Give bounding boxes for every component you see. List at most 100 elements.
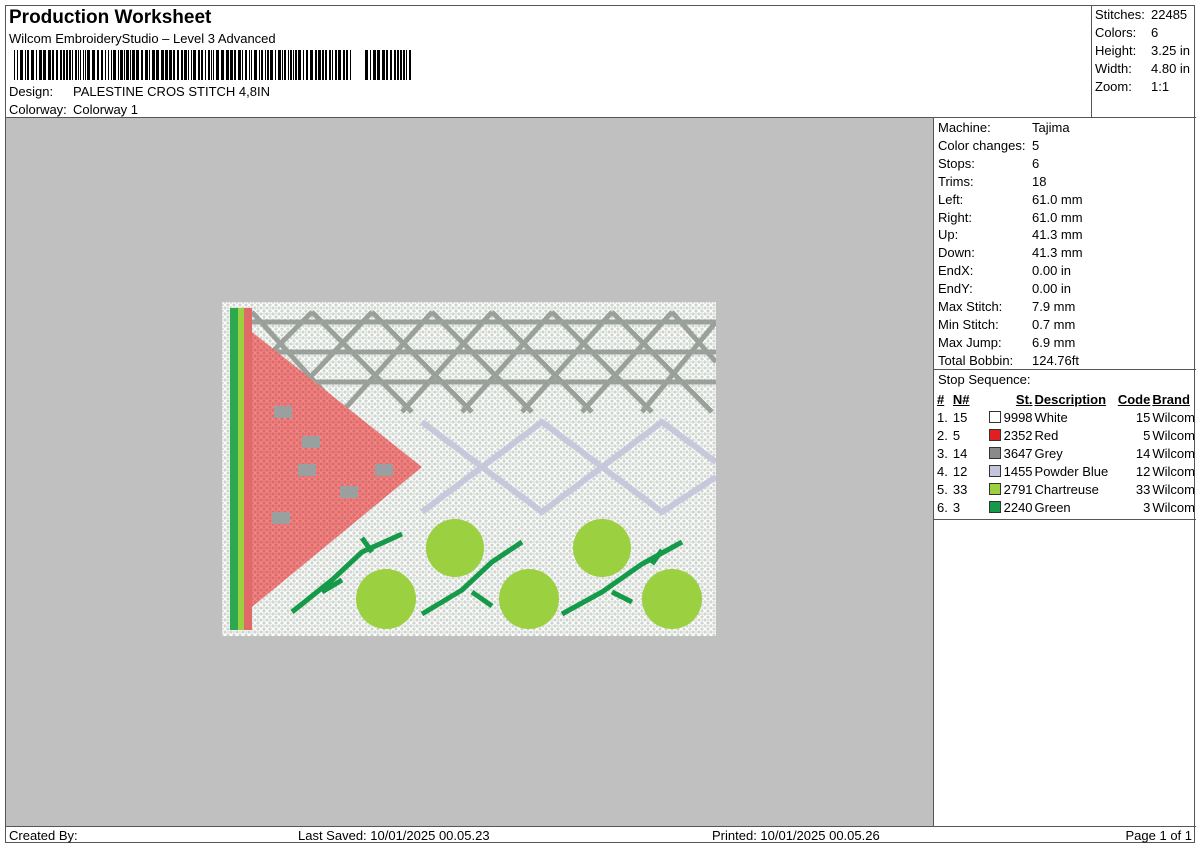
stop-brand: Wilcom [1152, 499, 1195, 515]
stop-description: Red [1034, 427, 1059, 443]
machine-info-value: 6 [1032, 155, 1040, 171]
stop-n: 33 [952, 481, 968, 497]
stop-sequence-title: Stop Sequence: [938, 372, 1031, 387]
machine-info-value: 5 [1032, 137, 1040, 153]
machine-info-label: EndX: [938, 263, 974, 279]
stop-st: 2352 [1003, 427, 1033, 443]
colors-value: 6 [1151, 25, 1159, 40]
zoom-value: 1:1 [1151, 79, 1170, 94]
machine-info-label: Machine: [938, 120, 991, 135]
stop-stitch-cell: 1455 [980, 462, 1034, 480]
printed-date: Printed: 10/01/2025 00.05.26 [712, 828, 880, 843]
stop-code: 14 [1135, 445, 1151, 461]
machine-info-value: 41.3 mm [1032, 245, 1083, 261]
stitches-label: Stitches: [1095, 7, 1145, 22]
height-value: 3.25 in [1151, 43, 1191, 58]
design-label: Design: [9, 84, 54, 99]
stop-sequence-header-row: # N# St. Description Code Brand [936, 390, 1196, 408]
stop-num: 1. [937, 409, 948, 425]
height-label: Height: [1095, 43, 1137, 58]
machine-info-value: 61.0 mm [1032, 209, 1083, 225]
color-swatch [988, 464, 1001, 477]
machine-info-row: Max Stitch: 7.9 mm [938, 299, 1075, 317]
machine-info-row: Stops: 6 [938, 156, 1039, 174]
stitches-value: 22485 [1151, 7, 1188, 22]
stop-stitch-cell: 2352 [980, 426, 1034, 444]
page-title: Production Worksheet [9, 7, 212, 28]
worksheet-header: Production Worksheet Wilcom EmbroiderySt… [6, 6, 1092, 118]
stop-num: 4. [937, 463, 948, 479]
color-swatch [988, 410, 1001, 423]
stop-code: 12 [1135, 463, 1151, 479]
design-row: Design: PALESTINE CROS STITCH 4,8IN [9, 84, 270, 99]
col-brand: Brand [1152, 391, 1190, 407]
design-preview [6, 118, 934, 826]
stop-num: 3. [937, 445, 948, 461]
summary-panel: Stitches: 22485 Colors: 6 Height: 3.25 in W… [1092, 6, 1196, 118]
stop-sequence-row: 1. 15 9998 White 15 Wilcom [936, 408, 1196, 426]
machine-info-value: Tajima [1032, 120, 1070, 135]
stop-code: 33 [1135, 481, 1151, 497]
machine-info-row: Min Stitch: 0.7 mm [938, 317, 1075, 335]
stop-code: 3 [1143, 499, 1151, 515]
stop-st: 9998 [1003, 409, 1033, 425]
machine-info-label: Trims: [938, 173, 974, 189]
machine-info-value: 0.00 in [1032, 281, 1072, 297]
stop-stitch-cell: 2791 [980, 480, 1034, 498]
machine-info-label: Total Bobbin: [938, 352, 1014, 368]
machine-info-label: Max Jump: [938, 334, 1002, 350]
machine-info-value: 124.76ft [1032, 352, 1079, 368]
stop-description: Powder Blue [1034, 463, 1109, 479]
machine-info-row: Color changes: 5 [938, 138, 1039, 156]
machine-info-row: EndX: 0.00 in [938, 263, 1071, 281]
color-swatch [988, 482, 1001, 495]
width-value: 4.80 in [1151, 61, 1191, 76]
design-value: PALESTINE CROS STITCH 4,8IN [73, 84, 270, 99]
zoom-label: Zoom: [1095, 79, 1132, 94]
stop-stitch-cell: 2240 [980, 498, 1034, 516]
zoom-row: Zoom: 1:1 [1095, 79, 1169, 97]
machine-info-label: Down: [938, 245, 975, 261]
stop-code: 15 [1135, 409, 1151, 425]
side-panel: Machine: Tajima Color changes: 5 Stops: 6 Trim… [934, 118, 1196, 826]
stop-num: 5. [937, 481, 948, 497]
stop-n: 15 [952, 409, 968, 425]
machine-info-row: Left: 61.0 mm [938, 192, 1083, 210]
stop-sequence-row: 4. 12 1455 Powder Blue 12 Wilcom [936, 462, 1196, 480]
stop-num: 6. [937, 499, 948, 515]
machine-info-label: Right: [938, 209, 972, 225]
stop-sequence-row: 6. 3 2240 Green 3 Wilcom [936, 498, 1196, 516]
color-swatch [988, 500, 1001, 513]
machine-info-row: Total Bobbin: 124.76ft [938, 353, 1079, 371]
col-st: St. [1015, 391, 1033, 407]
stop-sequence-row: 2. 5 2352 Red 5 Wilcom [936, 426, 1196, 444]
stop-brand: Wilcom [1152, 409, 1195, 425]
colorway-value: Colorway 1 [73, 102, 139, 117]
machine-info-label: EndY: [938, 281, 973, 297]
stop-num: 2. [937, 427, 948, 443]
machine-info-label: Max Stitch: [938, 299, 1003, 314]
stop-n: 3 [952, 499, 961, 515]
machine-info-row: Down: 41.3 mm [938, 245, 1083, 263]
machine-info-row: Right: 61.0 mm [938, 210, 1083, 228]
machine-info-row: Machine: Tajima [938, 120, 1070, 138]
machine-info-row: Max Jump: 6.9 mm [938, 335, 1075, 353]
stop-brand: Wilcom [1152, 481, 1195, 497]
stop-sequence-panel: Stop Sequence: # N# St. Description Code… [934, 370, 1196, 520]
height-row: Height: 3.25 in [1095, 43, 1190, 61]
machine-info-value: 18 [1032, 173, 1047, 189]
colorway-label: Colorway: [9, 102, 67, 117]
stop-description: Chartreuse [1034, 481, 1099, 497]
stop-description: Grey [1034, 445, 1063, 461]
machine-info-label: Up: [938, 227, 959, 243]
worksheet-frame: Production Worksheet Wilcom EmbroiderySt… [5, 5, 1196, 844]
worksheet-footer: Created By: Last Saved: 10/01/2025 00.05… [6, 826, 1196, 844]
barcode-image [14, 50, 411, 80]
width-label: Width: [1095, 61, 1132, 76]
stitches-row: Stitches: 22485 [1095, 7, 1187, 25]
stop-sequence-row: 5. 33 2791 Chartreuse 33 Wilcom [936, 480, 1196, 498]
stop-code: 5 [1143, 427, 1151, 443]
machine-info-label: Stops: [938, 155, 975, 171]
stop-st: 1455 [1003, 463, 1033, 479]
stop-n: 12 [952, 463, 968, 479]
